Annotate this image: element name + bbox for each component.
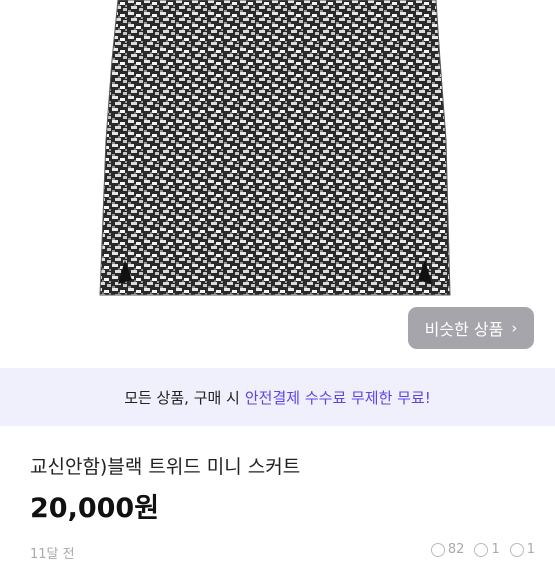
safe-payment-banner[interactable]: 모든 상품, 구매 시 안전결제 수수료 무제한 무료! <box>0 368 555 426</box>
chat-icon <box>509 542 524 557</box>
banner-highlight: 안전결제 수수료 무제한 무료! <box>244 388 431 407</box>
similar-products-button[interactable]: 비슷한 상품 › <box>408 307 534 349</box>
heart-icon <box>474 542 489 557</box>
product-title: 교신안함)블랙 트위드 미니 스커트 <box>30 456 301 478</box>
similar-products-label: 비슷한 상품 <box>424 320 504 339</box>
product-image[interactable]: 비슷한 상품 › <box>0 0 555 368</box>
chevron-right-icon: › <box>511 319 518 337</box>
banner-text: 모든 상품, 구매 시 <box>124 388 240 407</box>
product-price: 20,000원 <box>30 493 160 524</box>
eye-icon <box>430 542 445 557</box>
time-ago: 11달 전 <box>30 547 75 562</box>
